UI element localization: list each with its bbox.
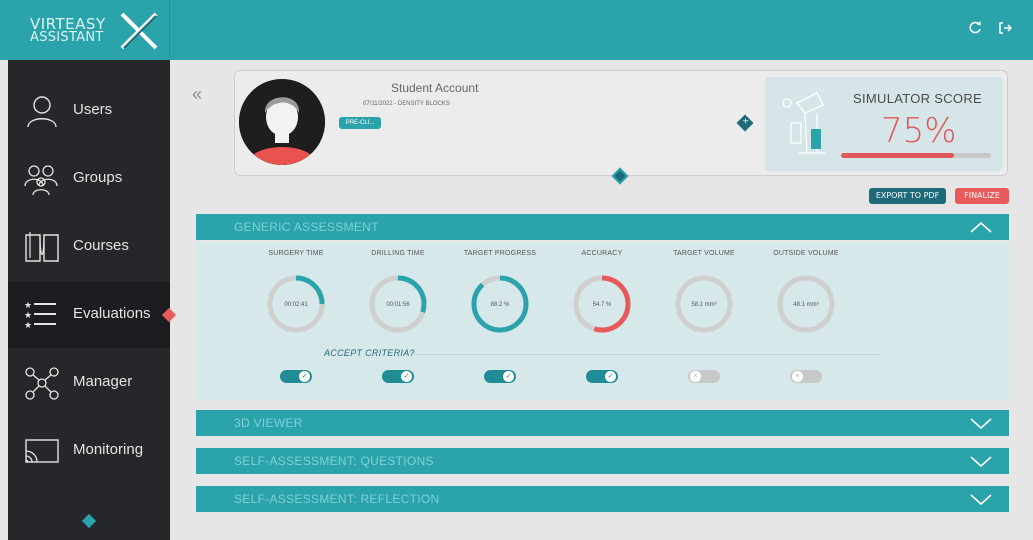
sidebar-item-label: Manager [73,373,133,390]
toggle-knob: × [690,371,701,382]
chevron-down-icon[interactable] [969,491,993,507]
generic-assessment-body: SURGERY TIME 00:02:41 DRILLING TIME 00:01:5… [196,242,1009,400]
section-self-assessment-reflection[interactable]: SELF-ASSESSMENT: REFLECTION [196,486,1009,512]
sidebar-item-courses[interactable]: Courses [8,214,170,280]
toggle-knob: ✓ [605,371,616,382]
student-subtitle: 07/11/2022 - DENSITY BLOCKS [363,101,450,107]
chevron-down-icon[interactable] [969,453,993,469]
metric-value: 54.7 % [593,302,612,308]
metric-target-volume: TARGET VOLUME 58.1 mm³ [654,250,754,335]
logo-line1: VIRTEASY [30,15,106,33]
refresh-icon[interactable] [967,20,983,36]
list-icon: ★★★ [24,300,56,330]
section-generic-assessment[interactable]: GENERIC ASSESSMENT [196,214,1009,240]
network-icon [25,367,59,400]
sidebar-item-label: Monitoring [73,441,144,458]
metric-label: TARGET VOLUME [673,250,735,257]
metric-label: OUTSIDE VOLUME [773,250,839,257]
metric-surgery-time: SURGERY TIME 00:02:41 [246,250,346,335]
app-root: VIRTEASY ASSISTANT Users Groups Courses … [0,0,1033,540]
cast-icon [25,439,59,463]
metric-label: SURGERY TIME [268,250,324,257]
accept-toggle[interactable]: ✓ [586,370,618,383]
logo-text: VIRTEASY ASSISTANT [30,17,106,45]
sidebar-item-groups[interactable]: Groups [8,146,170,212]
toggle-knob: ✓ [299,371,310,382]
metric-value: 58.1 mm³ [691,302,716,308]
metric-value: 48.1 mm³ [793,302,818,308]
active-indicator-icon [161,307,177,323]
group-icon [24,165,58,196]
section-title: SELF-ASSESSMENT: REFLECTION [234,492,440,506]
metric-ring: 54.7 % [573,275,631,333]
accept-criteria-label: ACCEPT CRITERIA? [324,348,415,358]
logo-line2: ASSISTANT [30,30,104,45]
metric-outside-volume: OUTSIDE VOLUME 48.1 mm³ [756,250,856,335]
chevron-down-icon[interactable] [969,415,993,431]
sidebar-toggle-icon[interactable] [81,513,97,529]
logo[interactable]: VIRTEASY ASSISTANT [8,0,170,60]
logout-icon[interactable] [997,20,1013,36]
metric-ring: 00:01:56 [369,275,427,333]
sidebar-item-manager[interactable]: Manager [8,350,170,416]
finalize-button[interactable]: FINALIZE [955,188,1009,204]
user-icon [27,96,57,128]
sidebar-item-label: Groups [73,169,123,186]
score-title: SIMULATOR SCORE [853,91,982,106]
top-actions [967,20,1013,36]
metric-value: 88.2 % [491,302,510,308]
accept-toggle[interactable]: × [790,370,822,383]
accept-toggle[interactable]: ✓ [484,370,516,383]
book-icon [25,232,59,262]
metric-label: TARGET PROGRESS [463,250,537,257]
section-3d-viewer[interactable]: 3D VIEWER [196,410,1009,436]
metric-ring: 58.1 mm³ [675,275,733,333]
sidebar-item-users[interactable]: Users [8,78,170,144]
sidebar-item-label: Evaluations [73,305,151,322]
student-card: Student Account 07/11/2022 - DENSITY BLO… [234,70,1008,176]
metric-ring: 48.1 mm³ [777,275,835,333]
sidebar-item-monitoring[interactable]: Monitoring [8,418,170,484]
metric-label: DRILLING TIME [371,250,425,257]
score-progress-fill [841,153,954,158]
metric-label: ACCURACY [581,250,623,257]
back-chevron-icon[interactable]: « [192,84,202,105]
simulator-icon [782,92,825,154]
chevron-up-icon[interactable] [969,219,993,235]
sidebar-item-label: Users [73,101,113,118]
toggle-knob: ✓ [503,371,514,382]
student-name: Student Account [391,81,479,95]
metric-ring: 88.2 % [471,275,529,333]
svg-text:★: ★ [24,300,32,310]
export-pdf-button[interactable]: EXPORT TO PDF [869,188,946,204]
svg-text:★: ★ [24,310,32,320]
sidebar-item-label: Courses [73,237,129,254]
metric-value: 00:02:41 [284,302,308,308]
score-progress-bar [841,153,991,158]
section-title: SELF-ASSESSMENT: QUESTIONS [234,454,434,468]
sidebar-item-evaluations[interactable]: ★ ★ ★ Evaluations [8,282,177,348]
metric-ring: 00:02:41 [267,275,325,333]
logo-x-icon [120,12,158,50]
metric-target-progress: TARGET PROGRESS 88.2 % [450,250,550,335]
simulator-score-panel: SIMULATOR SCORE 75% [765,77,1003,171]
section-title: GENERIC ASSESSMENT [234,220,379,234]
score-value: 75% [881,111,957,151]
toggle-knob: ✓ [401,371,412,382]
section-title: 3D VIEWER [234,416,303,430]
course-tag[interactable]: PRE-CLI... [339,117,381,129]
accept-toggle[interactable]: ✓ [382,370,414,383]
sidebar: Users Groups Courses ★ ★ ★ Evaluations Man… [8,60,177,540]
section-self-assessment-questions[interactable]: SELF-ASSESSMENT: QUESTIONS [196,448,1009,474]
svg-text:★: ★ [24,320,32,330]
accept-toggle[interactable]: ✓ [280,370,312,383]
avatar [239,79,325,165]
toggle-knob: × [792,371,803,382]
metric-value: 00:01:56 [386,302,410,308]
divider [411,354,881,355]
add-icon[interactable]: + [736,114,754,132]
metric-accuracy: ACCURACY 54.7 % [552,250,652,335]
metric-drilling-time: DRILLING TIME 00:01:56 [348,250,448,335]
accept-toggle[interactable]: × [688,370,720,383]
